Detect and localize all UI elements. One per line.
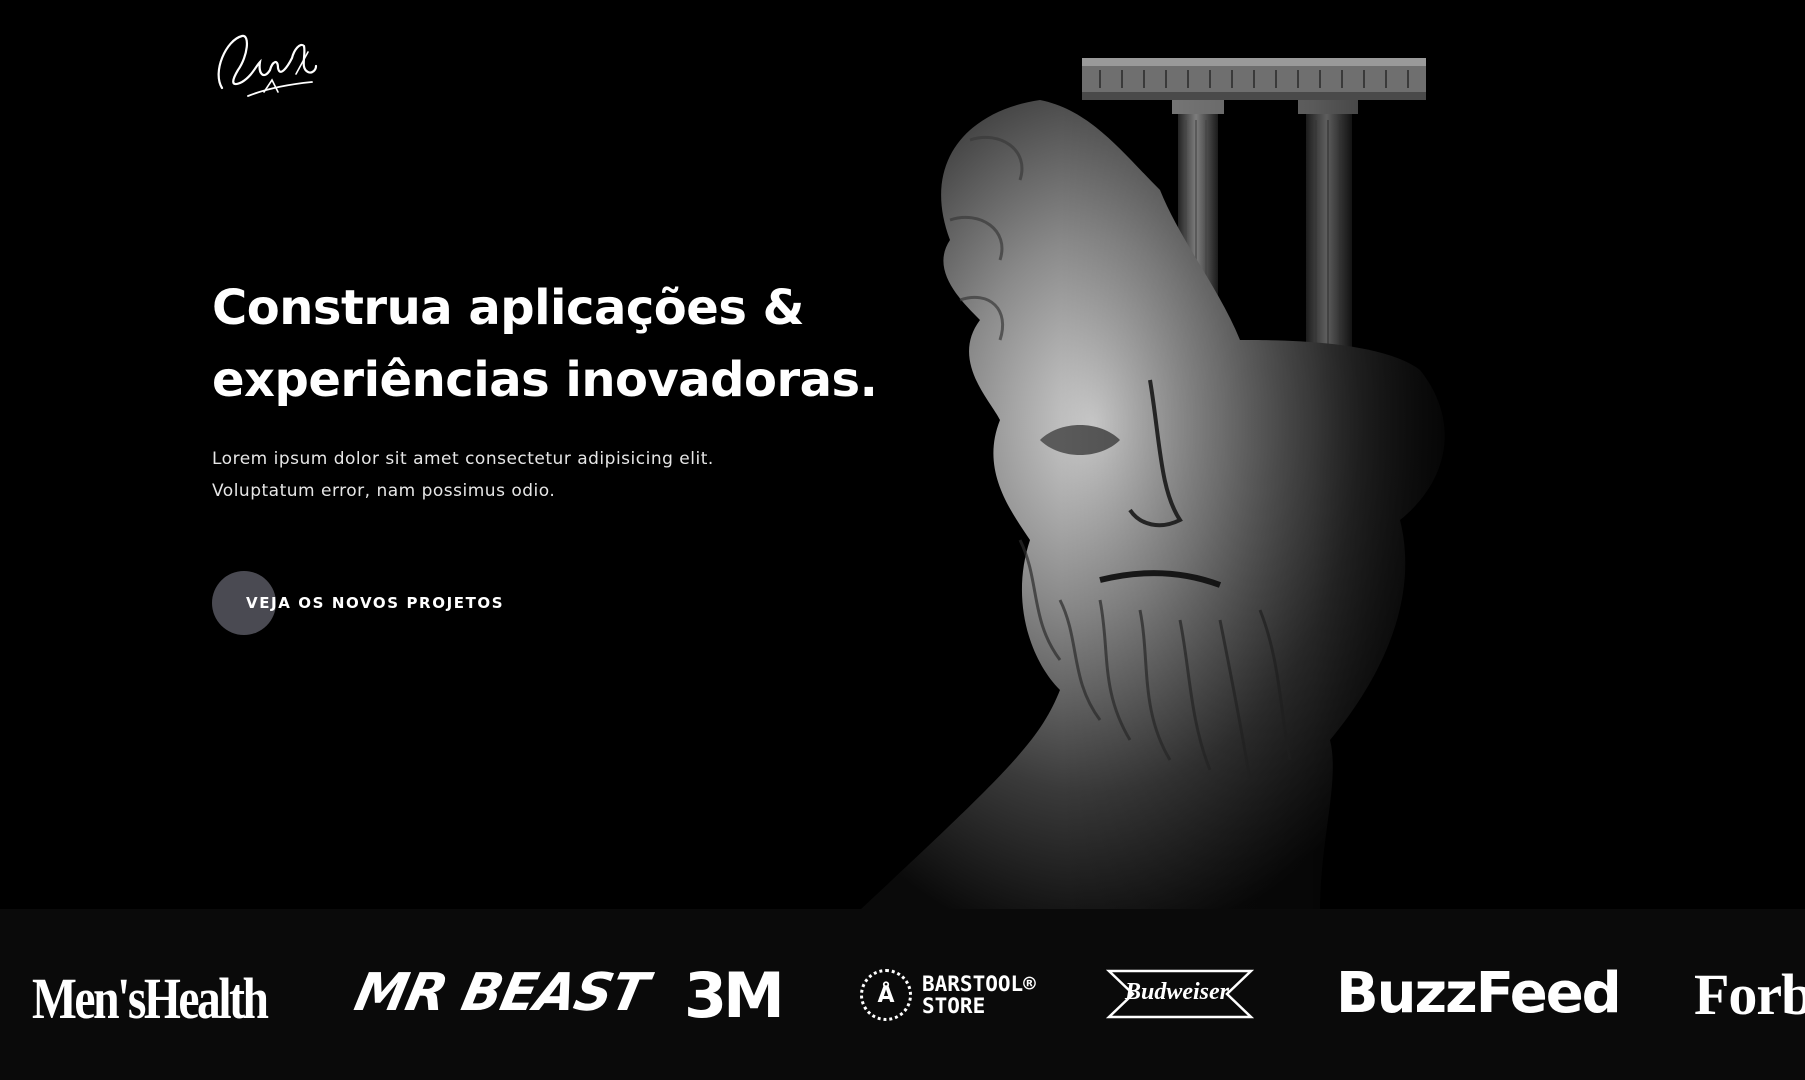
barstool-line-1: BARSTOOL®: [922, 972, 1036, 996]
barstool-store-logo: Å BARSTOOL® STORE: [860, 969, 1036, 1021]
greek-statue-with-columns-image: [861, 58, 1520, 909]
subtext-line-2: Voluptatum error, nam possimus odio.: [212, 481, 556, 501]
barstool-badge-icon: Å: [860, 969, 912, 1021]
barstool-words: BARSTOOL® STORE: [922, 973, 1036, 1017]
subtext-line-1: Lorem ipsum dolor sit amet consectetur a…: [212, 449, 714, 469]
signature-logo-icon: [217, 34, 318, 97]
barstool-line-2: STORE: [922, 994, 986, 1018]
signature-logo[interactable]: [208, 22, 320, 102]
mens-health-logo: Men'sHealth: [32, 966, 269, 1031]
hero-subtext: Lorem ipsum dolor sit amet consectetur a…: [212, 443, 852, 507]
mr-beast-logo: MR BEAST: [349, 963, 653, 1023]
headline-line-2: experiências inovadoras.: [212, 352, 878, 408]
brand-logos-strip: Men'sHealth MR BEAST 3M Å BARSTOOL® STOR…: [0, 909, 1805, 1080]
cta-label: VEJA OS NOVOS PROJETOS: [246, 594, 505, 612]
view-new-projects-button[interactable]: VEJA OS NOVOS PROJETOS: [212, 571, 504, 635]
hero-headline: Construa aplicações & experiências inova…: [212, 272, 912, 416]
hero-section: Construa aplicações & experiências inova…: [0, 0, 1805, 909]
budweiser-logo: Budweiser: [1105, 969, 1255, 1019]
3m-logo: 3M: [684, 959, 785, 1032]
forbes-logo: Forb: [1694, 962, 1805, 1027]
budweiser-text: Budweiser: [1125, 979, 1230, 1005]
buzzfeed-logo: BuzzFeed: [1336, 961, 1622, 1026]
headline-line-1: Construa aplicações &: [212, 280, 804, 336]
